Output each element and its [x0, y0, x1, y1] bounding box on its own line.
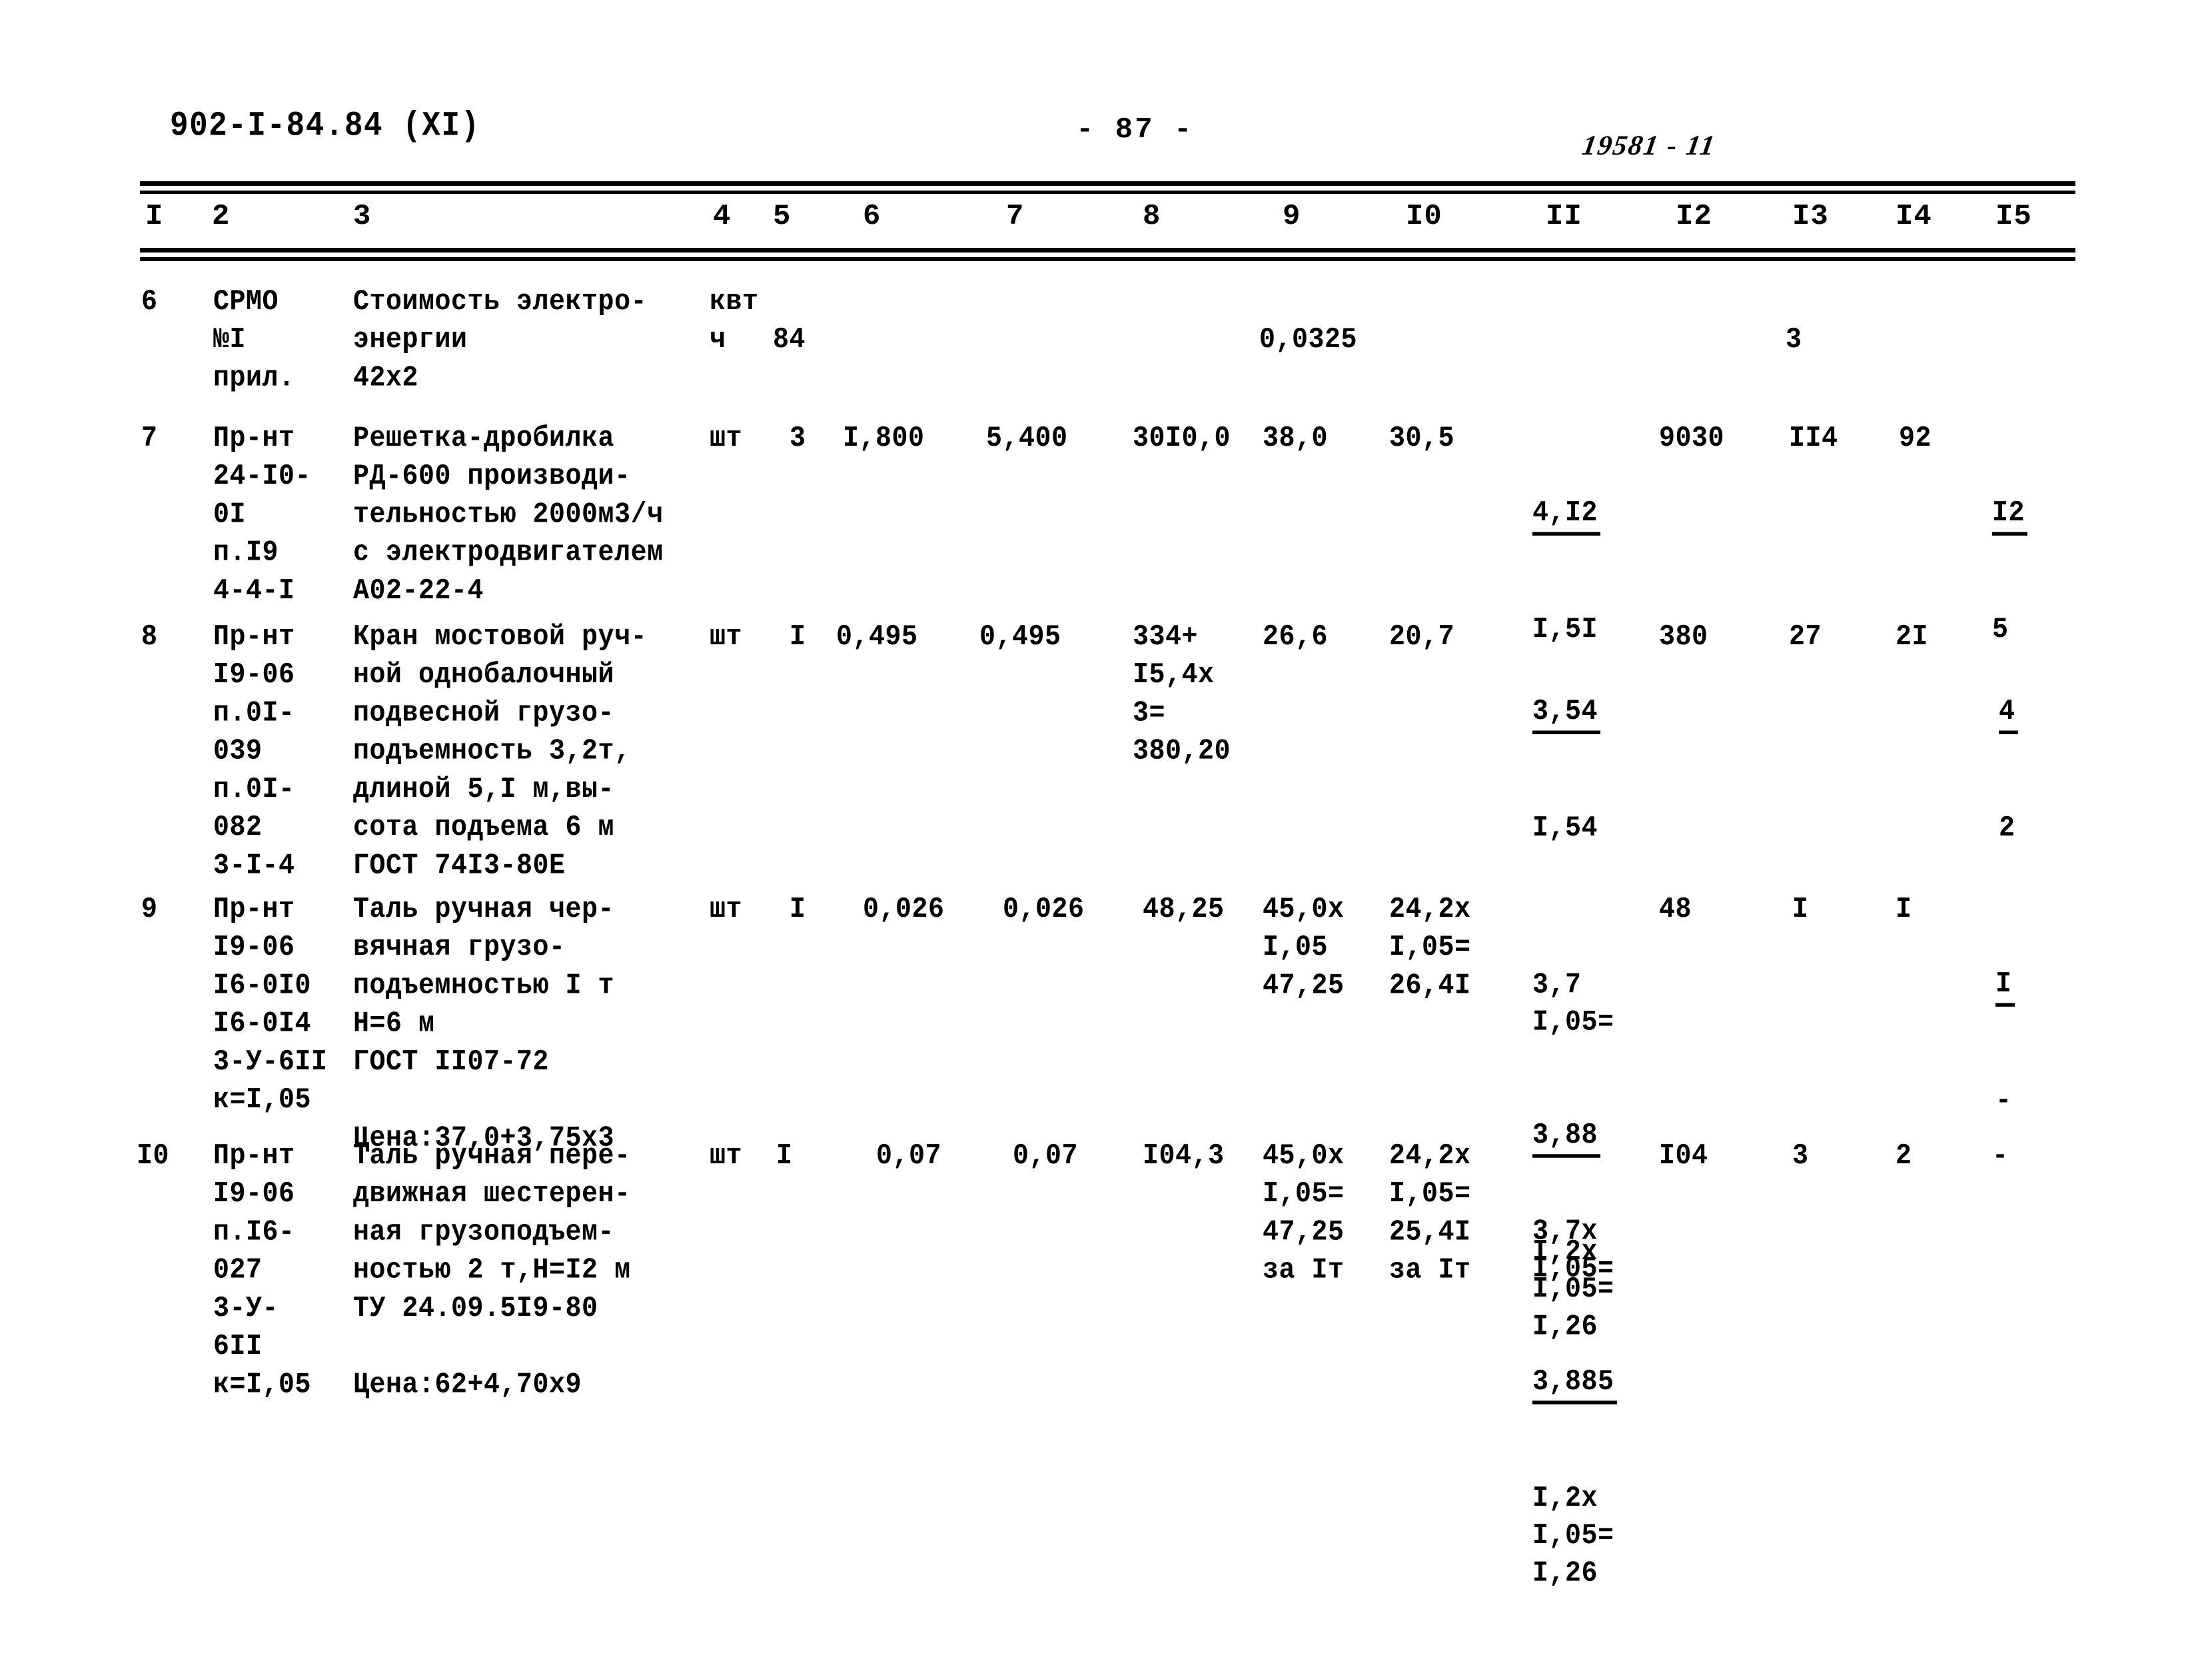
row-col13: II4: [1789, 422, 1838, 455]
row-col10: 24,2х I,05= 25,4I за Iт: [1389, 1140, 1471, 1287]
row-col15: -: [1992, 1140, 2009, 1173]
row-position: 7: [141, 422, 158, 455]
row-col15-numerator: I: [1995, 967, 2015, 1007]
row-col7: 0,026: [1003, 893, 1085, 926]
row-unit: шт: [710, 893, 743, 926]
row-col5: I: [776, 1140, 793, 1173]
row-code: Пр-нт 24-I0- 0I п.I9 4-4-I: [213, 422, 312, 608]
row-col7: 5,400: [986, 422, 1068, 455]
row-col9: 26,6: [1263, 621, 1329, 654]
row-col11: 3,7х I,05= 3,885 I,2х I,05= I,26: [1532, 1137, 1630, 1669]
column-header-4: 4: [713, 200, 732, 233]
specification-table: I 2 3 4 5 6 7 8 9 I0 II I2 I3 I4 I5 6 СР…: [0, 0, 2212, 1590]
row-col15: 4 2: [1999, 618, 2097, 924]
row-position: I0: [137, 1140, 170, 1173]
row-unit: шт: [710, 1140, 743, 1173]
row-col6: 0,495: [836, 621, 918, 654]
row-col11-numerator: 3,54: [1532, 694, 1601, 734]
row-col13: 3: [1792, 1140, 1809, 1173]
row-col15-denominator: 2: [1999, 812, 2015, 845]
column-header-12: I2: [1676, 200, 1712, 233]
row-col11-tail: I,2х I,05= I,26: [1532, 1482, 1614, 1590]
column-header-1: I: [145, 200, 164, 233]
column-header-9: 9: [1283, 200, 1301, 233]
row-col14: 92: [1899, 422, 1932, 455]
row-col6: 0,07: [876, 1140, 942, 1173]
row-description: Стоимость электро- энергии 42х2: [353, 286, 648, 395]
row-position: 9: [141, 893, 158, 926]
row-col8: 48,25: [1143, 893, 1225, 926]
row-col11-numerator: 3,885: [1532, 1365, 1617, 1404]
row-unit: шт: [710, 621, 743, 654]
row-col9: 38,0: [1263, 422, 1329, 455]
row-col12: I04: [1659, 1140, 1708, 1173]
row-col8: 334+ I5,4х 3= 380,20: [1133, 621, 1231, 768]
column-header-11: II: [1546, 200, 1582, 233]
row-col5: 84: [773, 324, 806, 357]
column-header-15: I5: [1995, 200, 2032, 233]
row-col9: 0,0325: [1259, 324, 1358, 357]
column-header-13: I3: [1792, 200, 1829, 233]
row-code: Пр-нт I9-06 п.I6- 027 3-У- 6II к=I,05: [213, 1140, 312, 1402]
row-col14: I: [1896, 893, 1912, 926]
column-header-7: 7: [1006, 200, 1025, 233]
row-col12: 380: [1659, 621, 1708, 654]
row-code: Пр-нт I9-06 I6-0I0 I6-0I4 3-У-6II к=I,05: [213, 893, 328, 1117]
row-unit: квт ч: [710, 286, 759, 357]
row-col11-denominator: I,54: [1532, 812, 1598, 845]
document-page: 902-I-84.84 (XI) - 87 - 19581 - 11 I 2 3…: [0, 0, 2212, 1590]
row-col13: 3: [1786, 324, 1802, 357]
row-col14: 2I: [1896, 621, 1929, 654]
row-col13: 27: [1789, 621, 1822, 654]
row-col10: 30,5: [1389, 422, 1455, 455]
row-col5: 3: [790, 422, 806, 455]
row-col6: 0,026: [863, 893, 945, 926]
row-col8: I04,3: [1143, 1140, 1225, 1173]
row-col8: 30I0,0: [1133, 422, 1231, 455]
row-col13: I: [1792, 893, 1809, 926]
column-header-8: 8: [1143, 200, 1161, 233]
row-description: Решетка-дробилка РД-600 производи- тельн…: [353, 422, 664, 608]
row-col15: I -: [1995, 891, 2093, 1197]
row-col11-numerator: 4,I2: [1532, 496, 1601, 536]
row-code: СРМО №I прил.: [213, 286, 295, 395]
row-description: Кран мостовой руч- ной однобалочный подв…: [353, 621, 648, 883]
row-col15-numerator: I2: [1992, 496, 2028, 536]
row-col5: I: [790, 621, 806, 654]
row-description: Таль ручная пере- движная шестерен- ная …: [353, 1140, 631, 1402]
row-col15-denominator: -: [1995, 1085, 2012, 1118]
row-unit: шт: [710, 422, 743, 455]
row-col12: 48: [1659, 893, 1692, 926]
row-col6: I,800: [843, 422, 925, 455]
row-col9: 45,0х I,05= 47,25 за Iт: [1263, 1140, 1345, 1287]
column-header-2: 2: [212, 200, 231, 233]
row-position: 6: [141, 286, 158, 318]
row-col9: 45,0х I,05 47,25: [1263, 893, 1345, 1003]
row-code: Пр-нт I9-06 п.0I- 039 п.0I- 082 3-I-4: [213, 621, 295, 883]
row-col7: 0,495: [979, 621, 1061, 654]
column-header-5: 5: [773, 200, 792, 233]
row-col11-head: 3,7 I,05=: [1532, 969, 1614, 1039]
row-col12: 9030: [1659, 422, 1725, 455]
column-header-3: 3: [353, 200, 372, 233]
row-col11-head: 3,7х I,05=: [1532, 1215, 1614, 1286]
row-col5: I: [790, 893, 806, 926]
row-col11: 3,54 I,54: [1532, 618, 1630, 924]
row-position: 8: [141, 621, 158, 654]
column-header-10: I0: [1406, 200, 1442, 233]
column-header-6: 6: [863, 200, 881, 233]
row-col7: 0,07: [1013, 1140, 1079, 1173]
row-col14: 2: [1896, 1140, 1912, 1173]
row-description: Таль ручная чер- вячная грузо- подъемнос…: [353, 893, 615, 1155]
row-col10: 24,2х I,05= 26,4I: [1389, 893, 1471, 1003]
column-header-14: I4: [1896, 200, 1932, 233]
row-col10: 20,7: [1389, 621, 1455, 654]
row-col15-numerator: 4: [1999, 694, 2018, 734]
